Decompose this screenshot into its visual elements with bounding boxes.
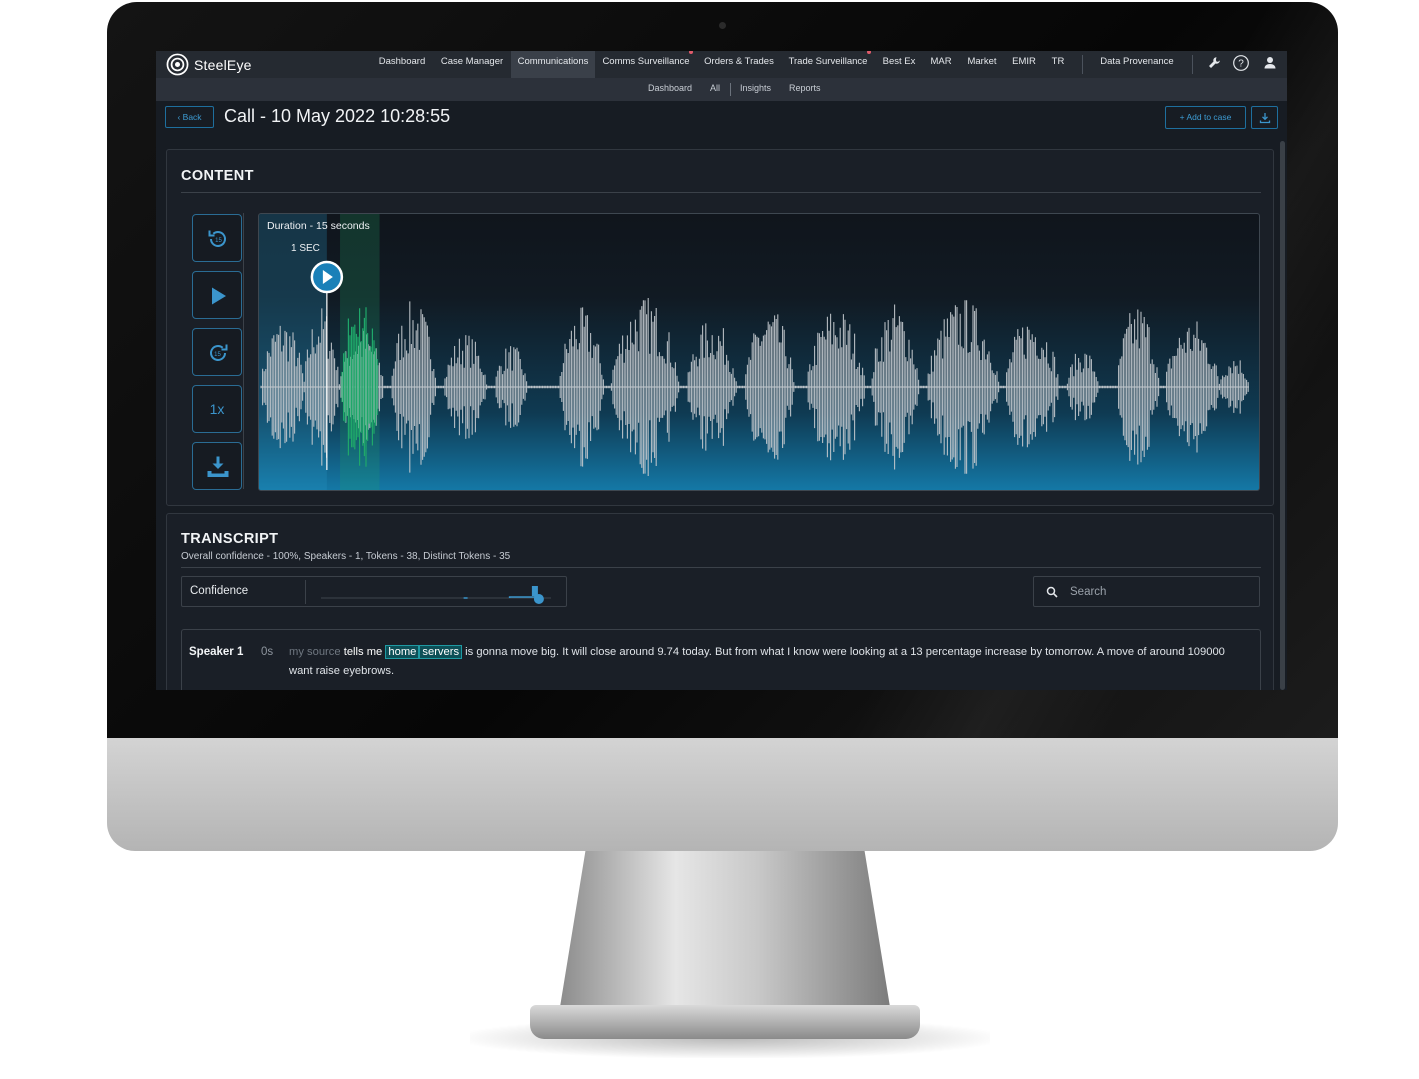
top-nav: SteelEye Dashboard Case Manager Communic…: [156, 51, 1287, 78]
playback-speed: 1x: [209, 401, 225, 417]
download-icon: [1259, 113, 1271, 124]
subnav-all[interactable]: All: [710, 83, 720, 93]
camera-icon: [719, 22, 726, 29]
download-icon: [207, 456, 229, 477]
app-screen: SteelEye Dashboard Case Manager Communic…: [156, 51, 1287, 690]
monitor-chin: [107, 736, 1338, 851]
transcript-text: my source tells me home servers is gonna …: [289, 643, 1249, 681]
nav-emir[interactable]: EMIR: [1009, 51, 1039, 78]
speaker-timestamp[interactable]: 0s: [261, 646, 273, 658]
content-divider: [181, 192, 1261, 193]
nav-communications[interactable]: Communications: [511, 51, 595, 78]
back-button[interactable]: ‹ Back: [165, 106, 214, 128]
nav-data-provenance[interactable]: Data Provenance: [1094, 51, 1180, 78]
playback-speed-button[interactable]: 1x: [192, 385, 242, 433]
waveform-player[interactable]: Duration - 15 seconds 1 SEC: [258, 213, 1260, 491]
transcript-token-highlighted[interactable]: servers: [419, 645, 463, 659]
speaker-name: Speaker 1: [189, 646, 244, 658]
nav-orders-trades[interactable]: Orders & Trades: [701, 51, 777, 78]
svg-text:15: 15: [215, 238, 222, 244]
transcript-divider: [181, 567, 1261, 568]
download-audio-button[interactable]: [192, 442, 242, 490]
search-icon: [1046, 586, 1058, 598]
waveform[interactable]: [259, 214, 1260, 491]
transcript-row: Speaker 1 0s my source tells me home serv…: [181, 629, 1261, 690]
play-button[interactable]: [192, 271, 242, 319]
subnav-insights[interactable]: Insights: [740, 83, 771, 93]
logo[interactable]: SteelEye: [166, 53, 252, 76]
subnav-separator: [730, 83, 731, 96]
confidence-distribution: [463, 588, 536, 599]
nav-market[interactable]: Market: [964, 51, 1000, 78]
transcript-search: [1033, 576, 1260, 607]
page-scrollbar[interactable]: [1280, 141, 1285, 690]
wrench-icon[interactable]: [1205, 54, 1223, 72]
add-to-case-button[interactable]: + Add to case: [1165, 106, 1246, 129]
slider-handle[interactable]: [533, 594, 544, 604]
play-icon: [212, 287, 226, 305]
svg-text:15: 15: [214, 352, 221, 358]
help-icon[interactable]: ?: [1232, 54, 1250, 72]
user-icon[interactable]: [1261, 54, 1279, 72]
rewind-15-icon: 15: [208, 230, 226, 247]
subnav-reports[interactable]: Reports: [789, 83, 821, 93]
nav-tr[interactable]: TR: [1048, 51, 1068, 78]
forward-15-button[interactable]: 15: [192, 328, 242, 376]
nav-alert-dot: [867, 51, 871, 54]
transcript-title: TRANSCRIPT: [181, 531, 279, 547]
forward-15-icon: 15: [210, 344, 228, 361]
nav-separator: [1082, 55, 1083, 74]
steeleye-logo-icon: [166, 53, 189, 76]
monitor-base: [530, 1005, 920, 1039]
playhead-time-label: 1 SEC: [291, 243, 320, 254]
duration-label: Duration - 15 seconds: [267, 220, 370, 232]
controls-divider: [243, 213, 244, 489]
page-title: Call - 10 May 2022 10:28:55: [224, 106, 451, 126]
nav-comms-surveillance[interactable]: Comms Surveillance: [600, 51, 692, 78]
nav-best-ex[interactable]: Best Ex: [878, 51, 920, 78]
nav-alert-dot: [689, 51, 693, 54]
confidence-label: Confidence: [190, 585, 249, 597]
nav-separator: [1192, 55, 1193, 74]
search-input[interactable]: [1070, 583, 1250, 601]
nav-trade-surveillance[interactable]: Trade Surveillance: [786, 51, 870, 78]
confidence-divider: [305, 580, 306, 604]
svg-text:?: ?: [1238, 59, 1244, 70]
nav-case-manager[interactable]: Case Manager: [437, 51, 507, 78]
monitor-stand: [560, 845, 890, 1025]
confidence-slider[interactable]: [316, 581, 561, 605]
app-name: SteelEye: [194, 56, 252, 73]
export-button[interactable]: [1251, 106, 1278, 129]
rewind-15-button[interactable]: 15: [192, 214, 242, 262]
nav-dashboard[interactable]: Dashboard: [374, 51, 430, 78]
sub-nav: Dashboard All Insights Reports: [156, 78, 1287, 101]
transcript-token[interactable]: my source: [289, 646, 341, 658]
subnav-dashboard[interactable]: Dashboard: [648, 83, 692, 93]
content-title: CONTENT: [181, 168, 254, 184]
nav-mar[interactable]: MAR: [927, 51, 955, 78]
transcript-token[interactable]: tells me: [344, 646, 383, 658]
confidence-filter: Confidence: [181, 576, 567, 607]
transcript-token-highlighted[interactable]: home: [385, 645, 420, 659]
transcript-stats: Overall confidence - 100%, Speakers - 1,…: [181, 551, 511, 562]
